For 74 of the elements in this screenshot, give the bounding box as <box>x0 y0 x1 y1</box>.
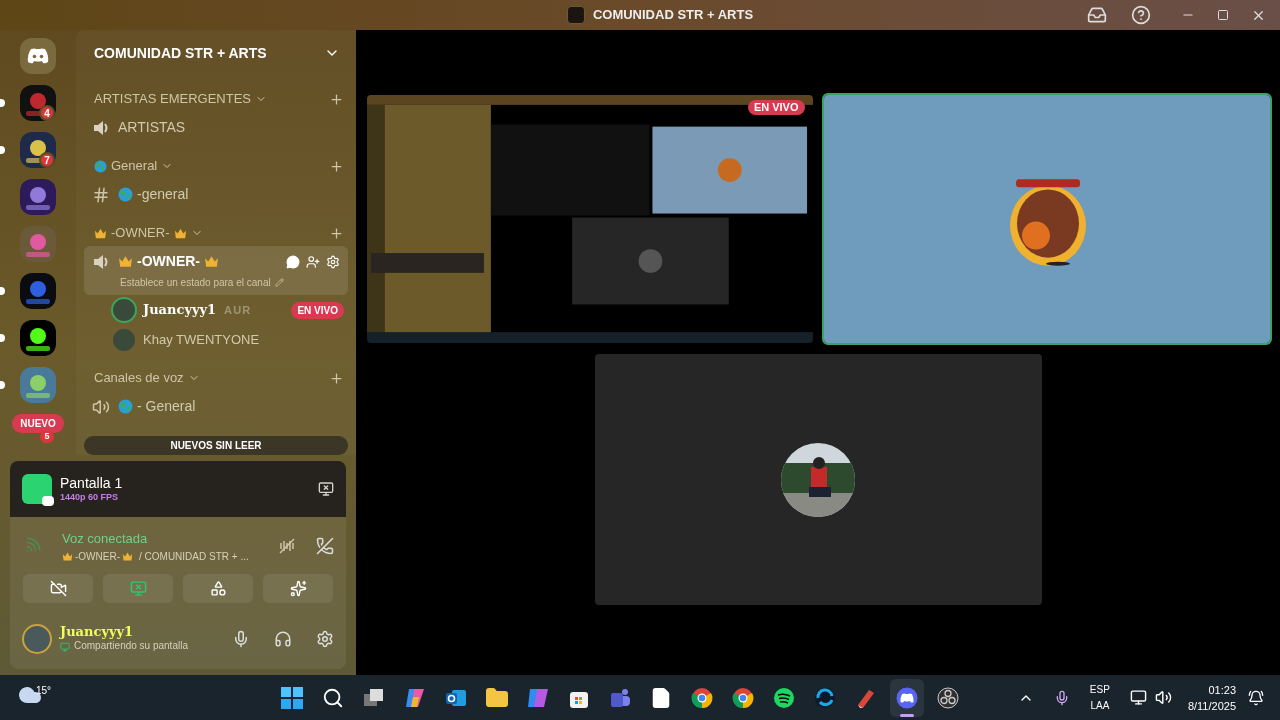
maximize-icon[interactable] <box>1217 9 1229 21</box>
help-icon[interactable] <box>1131 5 1151 25</box>
stage-icon <box>92 252 110 271</box>
video-tile[interactable] <box>592 352 1044 607</box>
pencil-icon <box>274 278 284 287</box>
discord-logo-icon <box>27 48 49 64</box>
new-server-pill[interactable]: NUEVO <box>12 414 64 433</box>
channel-item[interactable]: -general <box>84 179 348 210</box>
channel-name: ARTISTAS <box>118 118 186 137</box>
mention-count: 5 <box>40 431 54 443</box>
clock-date[interactable]: 8/11/2025 <box>1187 697 1236 714</box>
crown-icon <box>62 550 73 562</box>
temperature[interactable]: 15° <box>36 683 52 698</box>
screen-app-icon <box>22 474 52 504</box>
category-name[interactable]: -OWNER- <box>111 223 170 243</box>
clock-time[interactable]: 01:23 <box>1208 681 1236 698</box>
voice-action-button[interactable] <box>263 573 333 603</box>
category-name[interactable]: ARTISTAS EMERGENTES <box>94 89 251 109</box>
video-tile[interactable]: EN VIVO <box>364 93 815 345</box>
hash-icon <box>92 185 110 204</box>
user-name: Juancyyy1 <box>60 624 135 641</box>
window-title: COMUNIDAD STR + ARTS <box>592 6 754 25</box>
noise-suppression-icon[interactable] <box>278 537 296 556</box>
microphone-icon[interactable] <box>232 629 250 648</box>
network-icon[interactable] <box>1129 689 1147 706</box>
server-name[interactable]: COMUNIDAD STR + ARTS <box>94 42 267 64</box>
discord-taskbar-icon[interactable] <box>890 678 924 717</box>
channel-item[interactable]: -OWNER- Establece un estado para el canal <box>84 246 348 295</box>
add-channel-icon[interactable] <box>329 91 344 107</box>
channel-name: - General <box>137 397 196 416</box>
stream-quality: 1440p 60 FPS <box>60 492 120 504</box>
screen-share-icon <box>60 641 70 652</box>
speaker-icon <box>92 397 110 416</box>
voice-action-button[interactable] <box>183 573 253 603</box>
language[interactable]: ESP <box>1089 681 1110 698</box>
voice-server[interactable]: / COMUNIDAD STR + ... <box>139 548 249 564</box>
channel-status[interactable]: Establece un estado para el canal <box>120 275 271 290</box>
disconnect-icon[interactable] <box>316 537 334 556</box>
discord-home-button[interactable] <box>20 38 56 74</box>
stage-icon <box>92 118 110 137</box>
chat-icon[interactable] <box>286 254 300 269</box>
voice-channel[interactable]: -OWNER- <box>75 548 120 564</box>
invite-icon[interactable] <box>306 254 320 269</box>
channel-name: -general <box>137 185 189 204</box>
category-name[interactable]: General <box>111 156 158 176</box>
crown-icon <box>122 550 133 562</box>
live-badge: EN VIVO <box>747 100 805 115</box>
user-status: Compartiendo su pantalla <box>74 640 188 653</box>
channel-item[interactable]: ARTISTAS <box>84 112 348 143</box>
live-badge: EN VIVO <box>291 301 344 319</box>
member-name: Khay TWENTYONE <box>143 331 260 350</box>
keyboard-layout[interactable]: LAA <box>1090 697 1110 714</box>
voice-action-button[interactable] <box>23 573 93 603</box>
server-logo-icon <box>566 6 585 24</box>
inbox-icon[interactable] <box>1087 5 1107 25</box>
add-channel-icon[interactable] <box>329 158 344 174</box>
volume-icon[interactable] <box>1154 689 1172 706</box>
member-tag: AUR <box>224 301 252 319</box>
user-avatar[interactable] <box>22 623 52 654</box>
member-name: Juancyyy1 <box>143 301 217 320</box>
notification-icon[interactable] <box>1248 689 1264 706</box>
stop-stream-icon[interactable] <box>318 481 334 497</box>
category-name[interactable]: Canales de voz <box>94 368 184 388</box>
add-channel-icon[interactable] <box>329 370 344 386</box>
voice-member[interactable]: Juancyyy1 AUR EN VIVO <box>76 295 356 325</box>
add-channel-icon[interactable] <box>329 225 344 241</box>
stream-title: Pantalla 1 <box>60 474 124 493</box>
voice-status[interactable]: Voz conectada <box>62 529 270 549</box>
channel-item[interactable]: - General <box>84 391 348 422</box>
channel-name: -OWNER- <box>137 252 200 271</box>
settings-icon[interactable] <box>316 629 334 648</box>
voice-member[interactable]: Khay TWENTYONE <box>76 325 356 355</box>
unread-bar[interactable]: NUEVOS SIN LEER <box>84 436 348 455</box>
headphones-icon[interactable] <box>274 629 292 648</box>
